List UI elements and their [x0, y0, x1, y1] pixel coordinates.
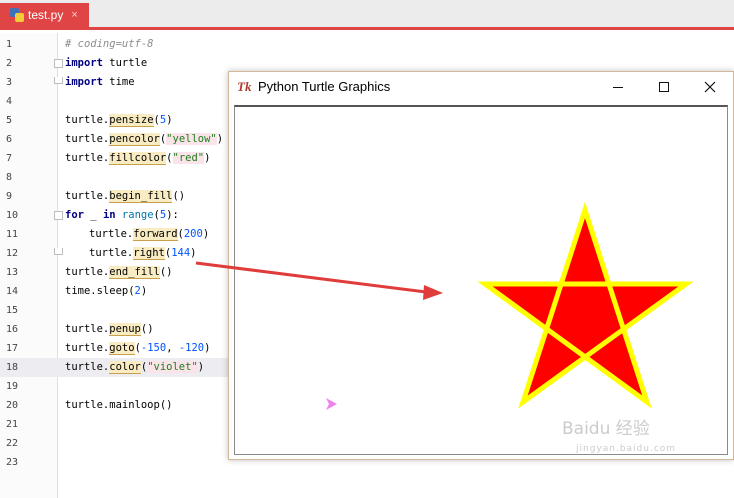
annotation-arrow [195, 261, 443, 300]
watermark-logo: Baidu 经验 [562, 419, 650, 439]
filled-star [477, 201, 694, 409]
watermark-url: jingyan.baidu.com [576, 444, 677, 454]
watermark: Baidu 经验 jingyan.baidu.com [562, 414, 675, 454]
turtle-cursor-icon [326, 398, 337, 410]
